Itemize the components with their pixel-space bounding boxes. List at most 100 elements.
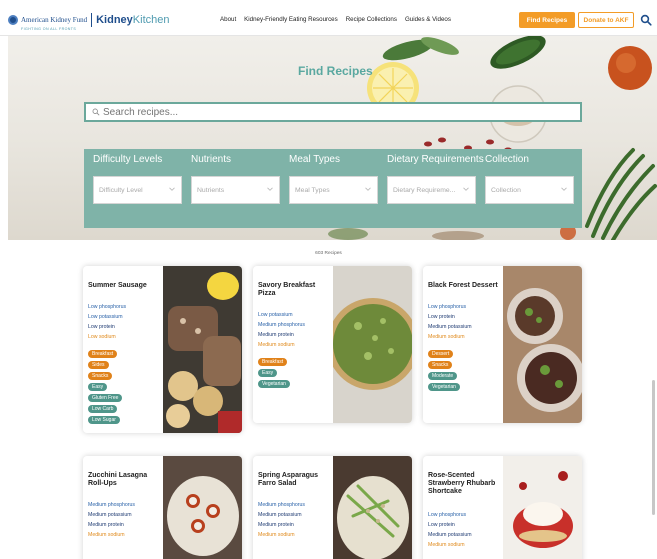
difficulty-placeholder: Difficulty Level — [99, 187, 143, 194]
collection-placeholder: Collection — [491, 187, 521, 194]
dietary-select[interactable]: Dietary Requireme... — [387, 176, 476, 204]
search-icon — [92, 108, 100, 116]
diet-tag[interactable]: Vegetarian — [428, 383, 460, 391]
nutrient-label: Medium protein — [88, 522, 124, 528]
site-header: American Kidney Fund FIGHTING ON ALL FRO… — [0, 0, 657, 36]
nutrients-placeholder: Nutrients — [197, 187, 225, 194]
recipe-card-savory-breakfast-pizza[interactable]: Savory Breakfast Pizza Low potassium Med… — [253, 266, 412, 423]
nav-item-about[interactable]: About — [220, 16, 236, 23]
filter-label-nutrients: Nutrients — [191, 154, 232, 165]
site-name-bold: Kidney — [96, 14, 133, 26]
nutrient-label: Medium protein — [258, 332, 294, 338]
main-nav: About Kidney-Friendly Eating Resources R… — [220, 16, 451, 23]
chevron-down-icon — [561, 187, 567, 191]
nutrient-label: Medium sodium — [428, 542, 465, 548]
nutrient-label: Medium potassium — [258, 512, 302, 518]
nutrient-label: Medium sodium — [258, 342, 295, 348]
nutrient-label: Medium phosphorus — [258, 322, 306, 328]
recipe-title: Black Forest Dessert — [428, 282, 498, 289]
meal-types-select[interactable]: Meal Types — [289, 176, 378, 204]
onion-decoration — [608, 46, 652, 90]
diet-tag[interactable]: Low Sugar — [88, 416, 120, 424]
collection-select[interactable]: Collection — [485, 176, 574, 204]
dietary-placeholder: Dietary Requireme... — [393, 187, 456, 194]
donate-button[interactable]: Donate to AKF — [578, 12, 634, 28]
recipe-card-black-forest-dessert[interactable]: Black Forest Dessert Low phosphorus Low … — [423, 266, 582, 423]
meal-types-placeholder: Meal Types — [295, 187, 330, 194]
filter-label-difficulty: Difficulty Levels — [93, 154, 163, 165]
nutrient-label: Low sodium — [88, 334, 116, 340]
diet-tag[interactable]: Vegetarian — [258, 380, 290, 388]
recipe-image — [503, 266, 582, 423]
meal-tag[interactable]: Breakfast — [88, 350, 118, 358]
meal-tag[interactable]: Sides — [88, 361, 109, 369]
meal-tag[interactable]: Dessert — [428, 350, 454, 358]
filter-panel: Difficulty Levels Difficulty Level Nutri… — [84, 149, 582, 228]
recipe-title: Zucchini Lasagna Roll-Ups — [88, 472, 148, 487]
find-recipes-button[interactable]: Find Recipes — [519, 12, 575, 28]
recipe-count: 603 Recipes — [315, 251, 342, 256]
recipe-card-strawberry-rhubarb-shortcake[interactable]: Rose-Scented Strawberry Rhubarb Shortcak… — [423, 456, 582, 559]
herb-decoration — [382, 37, 459, 61]
recipe-image — [163, 456, 242, 559]
chevron-down-icon — [267, 187, 273, 191]
akf-wordmark: American Kidney Fund FIGHTING ON ALL FRO… — [21, 9, 88, 32]
nutrient-label: Low phosphorus — [88, 304, 127, 310]
akf-name: American Kidney Fund — [21, 16, 88, 24]
nutrient-label: Medium potassium — [88, 512, 132, 518]
meal-tag[interactable]: Snacks — [88, 372, 113, 380]
nutrient-label: Medium phosphorus — [88, 502, 136, 508]
nutrient-label: Medium phosphorus — [258, 502, 306, 508]
diet-tag[interactable]: Gluten Free — [88, 394, 123, 402]
nutrient-label: Medium sodium — [428, 334, 465, 340]
diet-tag[interactable]: Moderate — [428, 372, 458, 380]
nav-item-eating-resources[interactable]: Kidney-Friendly Eating Resources — [244, 16, 338, 23]
nutrient-label: Medium sodium — [88, 532, 125, 538]
hero-section: Find Recipes Difficulty Levels Difficult… — [8, 36, 657, 240]
kidney-kitchen-wordmark: KidneyKitchen — [96, 14, 169, 26]
nutrient-label: Low protein — [428, 522, 455, 528]
difficulty-select[interactable]: Difficulty Level — [93, 176, 182, 204]
recipe-card-zucchini-lasagna[interactable]: Zucchini Lasagna Roll-Ups Medium phospho… — [83, 456, 242, 559]
akf-tagline: FIGHTING ON ALL FRONTS — [21, 27, 77, 31]
recipe-image — [333, 456, 412, 559]
recipe-title: Summer Sausage — [88, 282, 147, 289]
recipe-image — [503, 456, 582, 559]
nutrient-label: Low protein — [428, 314, 455, 320]
recipe-title: Spring Asparagus Farro Salad — [258, 472, 319, 487]
nav-item-guides-videos[interactable]: Guides & Videos — [405, 16, 451, 23]
recipe-search-bar[interactable] — [84, 102, 582, 122]
recipe-image — [333, 266, 412, 423]
nutrient-label: Medium potassium — [428, 324, 472, 330]
search-input[interactable] — [103, 106, 563, 118]
nutrient-label: Medium sodium — [258, 532, 295, 538]
diet-tag[interactable]: Easy — [88, 383, 108, 391]
meal-tag[interactable]: Snacks — [428, 361, 453, 369]
nutrients-select[interactable]: Nutrients — [191, 176, 280, 204]
filter-label-dietary: Dietary Requirements — [387, 154, 484, 165]
filter-label-meal-types: Meal Types — [289, 154, 340, 165]
page-title: Find Recipes — [298, 64, 373, 78]
chevron-down-icon — [169, 187, 175, 191]
search-icon[interactable] — [640, 14, 652, 26]
site-name-light: Kitchen — [132, 14, 170, 26]
nutrient-label: Medium protein — [258, 522, 294, 528]
page-scrollbar[interactable] — [652, 380, 655, 515]
recipe-image — [163, 266, 242, 433]
site-logo[interactable]: American Kidney Fund FIGHTING ON ALL FRO… — [8, 9, 170, 31]
nutrient-label: Low phosphorus — [428, 512, 467, 518]
cucumber-decoration — [490, 36, 546, 69]
filter-label-collection: Collection — [485, 154, 529, 165]
meal-tag[interactable]: Breakfast — [258, 358, 288, 366]
diet-tag[interactable]: Easy — [258, 369, 278, 377]
nav-item-recipe-collections[interactable]: Recipe Collections — [346, 16, 397, 23]
nutrient-label: Low potassium — [88, 314, 123, 320]
nutrient-label: Low protein — [88, 324, 115, 330]
recipe-title: Savory Breakfast Pizza — [258, 282, 316, 297]
nutrient-label: Medium potassium — [428, 532, 472, 538]
nutrient-label: Low potassium — [258, 312, 293, 318]
diet-tag[interactable]: Low Carb — [88, 405, 118, 413]
recipe-title: Rose-Scented Strawberry Rhubarb Shortcak… — [428, 472, 496, 495]
recipe-card-asparagus-farro-salad[interactable]: Spring Asparagus Farro Salad Medium phos… — [253, 456, 412, 559]
recipe-card-summer-sausage[interactable]: Summer Sausage Low phosphorus Low potass… — [83, 266, 242, 433]
